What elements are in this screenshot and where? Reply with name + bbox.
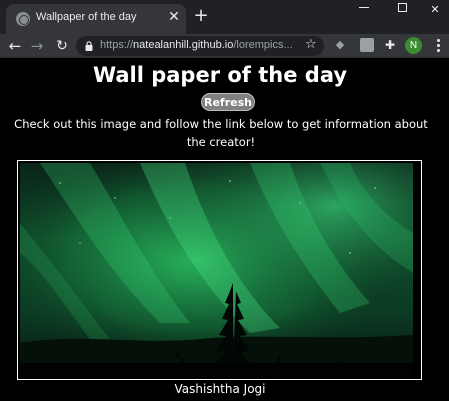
minimize-window-button[interactable] (347, 0, 381, 26)
description-text: Check out this image and follow the link… (14, 117, 428, 149)
back-arrow-icon[interactable]: ← (5, 36, 25, 56)
url-text: https://natealanhill.github.io/lorempics… (100, 39, 293, 51)
close-window-button[interactable]: ✕ (418, 0, 449, 26)
globe-icon (16, 12, 30, 26)
close-tab-icon[interactable]: ✕ (166, 9, 182, 25)
page-title: Wall paper of the day (92, 63, 348, 87)
dropbox-icon[interactable]: ◆ (333, 38, 347, 52)
lock-icon (85, 41, 93, 51)
wallpaper-frame (17, 160, 422, 380)
maximize-window-button[interactable] (385, 0, 419, 26)
avatar[interactable]: N (405, 37, 422, 54)
browser-toolbar: ← → ↻ https://natealanhill.github.io/lor… (0, 34, 449, 58)
url-scheme: https:// (100, 39, 134, 51)
url-host: natealanhill.github.io (133, 39, 234, 51)
kebab-menu-icon[interactable] (432, 37, 444, 55)
browser-tab[interactable]: Wallpaper of the day ✕ (6, 4, 186, 34)
aurora-photo[interactable] (20, 163, 413, 377)
extension-icon[interactable] (360, 38, 374, 52)
new-tab-button[interactable]: + (192, 7, 210, 25)
address-bar[interactable]: https://natealanhill.github.io/lorempics… (76, 36, 324, 56)
creator-credit-link[interactable]: Vashishtha Jogi (0, 382, 440, 396)
tab-title: Wallpaper of the day (36, 11, 137, 23)
puzzle-icon[interactable]: ✚ (383, 38, 397, 52)
url-path: /lorempics... (233, 39, 293, 51)
reload-icon[interactable]: ↻ (52, 36, 72, 56)
page-content: Wall paper of the day Refresh Check out … (0, 59, 449, 401)
refresh-button[interactable]: Refresh (201, 93, 255, 111)
bookmark-star-icon[interactable]: ☆ (305, 37, 317, 52)
tab-strip: Wallpaper of the day ✕ + ✕ (0, 0, 449, 34)
forward-arrow-icon[interactable]: → (27, 36, 47, 56)
